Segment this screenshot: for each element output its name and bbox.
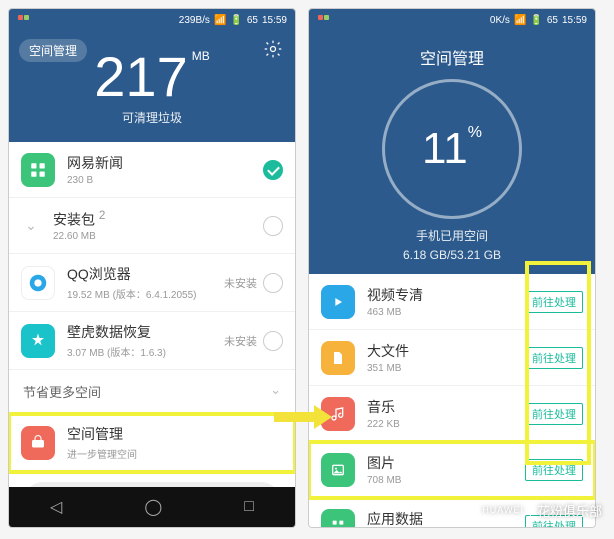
clock: 15:59: [262, 15, 287, 26]
page-title: 空间管理: [309, 45, 595, 69]
net-speed: 239B/s: [179, 15, 210, 26]
status-indicator: [317, 14, 329, 26]
huawei-logo-icon: [450, 497, 476, 523]
phone-right: 0K/s 📶 🔋65 15:59 空间管理 11% 手机已用空间 6.18 GB…: [308, 8, 596, 528]
battery-icon: 🔋65: [530, 15, 558, 26]
category-list: 视频专清 463 MB 前往处理 大文件 351 MB 前往处理 音乐 222 KB …: [309, 274, 595, 527]
item-meta: 708 MB: [367, 475, 525, 486]
checkbox-icon[interactable]: [263, 216, 283, 236]
net-speed: 0K/s: [490, 15, 510, 26]
item-name: 图片: [367, 453, 525, 473]
chevron-down-icon[interactable]: ⌄: [21, 217, 41, 234]
watermark-brand: HUAWEI: [482, 505, 524, 515]
phone-left: 239B/s 📶 🔋65 15:59 空间管理 217 MB 可清理垃圾 网易新闻…: [8, 8, 296, 528]
percent-sign: %: [468, 124, 482, 141]
list-item[interactable]: 视频专清 463 MB 前往处理: [309, 274, 595, 330]
list-item[interactable]: 音乐 222 KB 前往处理: [309, 386, 595, 442]
list-item[interactable]: 大文件 351 MB 前往处理: [309, 330, 595, 386]
header-right: 空间管理 11% 手机已用空间 6.18 GB/53.21 GB: [309, 31, 595, 274]
nav-back-icon[interactable]: ◁: [50, 497, 62, 517]
item-meta: 22.60 MB: [53, 231, 263, 242]
goto-button[interactable]: 前往处理: [525, 347, 583, 369]
app-icon: [21, 324, 55, 358]
apps-icon: [321, 509, 355, 528]
item-name: 视频专清: [367, 285, 525, 305]
list-item[interactable]: QQ浏览器 19.52 MB (版本：6.4.1.2055) 未安装: [9, 254, 295, 312]
nav-home-icon[interactable]: ◯: [144, 497, 162, 517]
wifi-icon: 📶: [514, 15, 526, 26]
header-subtitle: 可清理垃圾: [9, 109, 295, 126]
clean-list: 网易新闻 230 B ⌄ 安装包 2 22.60 MB QQ浏览器: [9, 142, 295, 487]
item-status: 未安装: [224, 333, 257, 349]
status-indicator: [17, 14, 29, 26]
item-name: 安装包 2: [53, 209, 263, 230]
cleanable-size: 217: [94, 45, 187, 108]
item-name: 大文件: [367, 341, 525, 361]
list-item[interactable]: 壁虎数据恢复 3.07 MB (版本：1.6.3) 未安装: [9, 312, 295, 370]
item-name: 网易新闻: [67, 153, 263, 173]
nav-bar: ◁ ◯ □: [9, 487, 295, 527]
file-icon: [321, 341, 355, 375]
watermark-text: 花粉俱乐部: [530, 501, 602, 520]
item-meta: 222 KB: [367, 419, 525, 430]
battery-icon: 🔋65: [230, 15, 258, 26]
wifi-icon: 📶: [214, 15, 226, 26]
space-management-row[interactable]: 空间管理 进一步管理空间: [9, 414, 295, 472]
usage-ring: 11%: [382, 79, 522, 219]
goto-button[interactable]: 前往处理: [525, 291, 583, 313]
item-name: QQ浏览器: [67, 264, 224, 284]
clock: 15:59: [562, 15, 587, 26]
item-name: 音乐: [367, 397, 525, 417]
list-item[interactable]: ⌄ 安装包 2 22.60 MB: [9, 198, 295, 254]
item-meta: 230 B: [67, 175, 263, 186]
checkbox-icon[interactable]: [263, 331, 283, 351]
item-meta: 463 MB: [367, 307, 525, 318]
status-bar: 239B/s 📶 🔋65 15:59: [9, 9, 295, 31]
section-header: 节省更多空间⌄: [9, 370, 295, 414]
app-icon: [21, 266, 55, 300]
usage-subtitle: 手机已用空间: [309, 227, 595, 244]
goto-button[interactable]: 前往处理: [525, 459, 583, 481]
item-meta: 19.52 MB (版本：6.4.1.2055): [67, 286, 224, 301]
item-meta: 3.07 MB (版本：1.6.3): [67, 344, 224, 359]
header-left: 空间管理 217 MB 可清理垃圾: [9, 31, 295, 142]
list-item[interactable]: 图片 708 MB 前往处理: [309, 442, 595, 498]
app-icon: [21, 153, 55, 187]
checkbox-icon[interactable]: [263, 273, 283, 293]
list-item[interactable]: 网易新闻 230 B: [9, 142, 295, 198]
item-name: 空间管理: [67, 424, 283, 444]
item-meta: 进一步管理空间: [67, 446, 283, 461]
storage-icon: [21, 426, 55, 460]
image-icon: [321, 453, 355, 487]
nav-recent-icon[interactable]: □: [244, 498, 254, 516]
gear-icon[interactable]: [263, 39, 283, 59]
chevron-down-icon[interactable]: ⌄: [270, 382, 281, 401]
usage-detail: 6.18 GB/53.21 GB: [309, 248, 595, 262]
status-bar: 0K/s 📶 🔋65 15:59: [309, 9, 595, 31]
goto-button[interactable]: 前往处理: [525, 403, 583, 425]
usage-percent: 11: [422, 124, 468, 173]
watermark: HUAWEI 花粉俱乐部: [450, 497, 602, 523]
arrow-icon: [272, 402, 332, 432]
header-pill[interactable]: 空间管理: [19, 39, 87, 62]
cleanable-unit: MB: [192, 49, 210, 63]
item-status: 未安装: [224, 275, 257, 291]
video-icon: [321, 285, 355, 319]
item-meta: 351 MB: [367, 363, 525, 374]
item-name: 壁虎数据恢复: [67, 322, 224, 342]
checkbox-icon[interactable]: [263, 160, 283, 180]
